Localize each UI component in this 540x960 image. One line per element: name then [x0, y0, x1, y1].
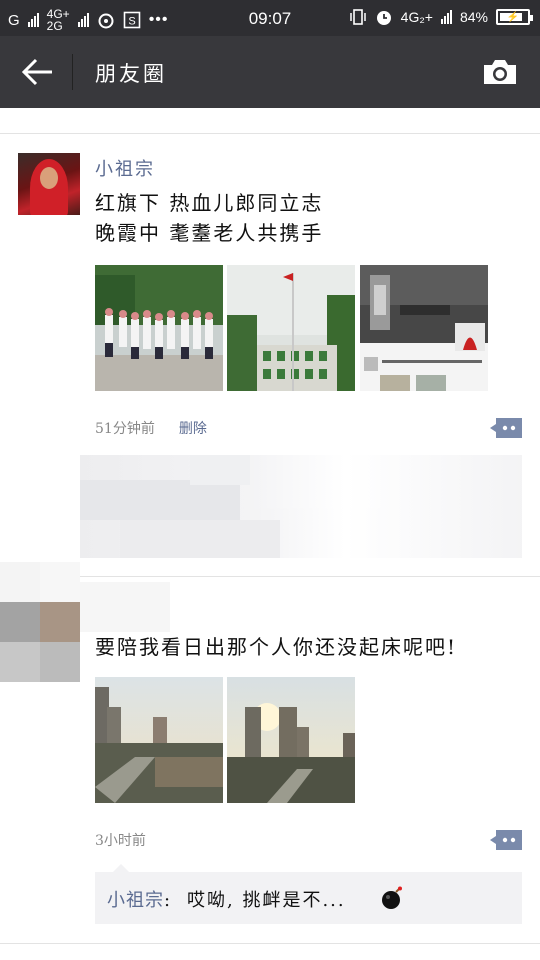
- comment-author[interactable]: 小祖宗:: [107, 886, 171, 912]
- nav-divider: [72, 54, 73, 90]
- blurred-region: [80, 455, 522, 558]
- status-bar: G 4G+ 2G S ••• 09:07 4G₂+ 84% ⚡: [0, 0, 540, 36]
- comment-text: 哎呦, 挑衅是不...: [187, 890, 346, 911]
- alarm-icon: [376, 11, 391, 25]
- net-right-label: 4G₂+: [400, 9, 433, 25]
- post-image-group-photo[interactable]: [95, 265, 223, 391]
- comment-action-icon[interactable]: [490, 416, 522, 440]
- blurred-avatar: [0, 562, 170, 682]
- comment-separator: :: [164, 890, 172, 911]
- divider: [0, 133, 540, 134]
- post-image-collage[interactable]: [360, 265, 488, 391]
- battery-percent: 84%: [459, 9, 488, 25]
- charging-battery-icon: ⚡: [496, 9, 533, 25]
- post-image-sunrise-2[interactable]: [227, 677, 355, 803]
- comment-box: 小祖宗: 哎呦, 挑衅是不...: [95, 864, 522, 924]
- post-time: 51分钟前: [95, 421, 155, 437]
- post-time: 3小时前: [95, 833, 146, 849]
- bomb-icon: [382, 886, 402, 909]
- delete-button[interactable]: 删除: [179, 421, 207, 437]
- avatar[interactable]: [18, 153, 80, 215]
- status-right: 4G₂+ 84% ⚡: [349, 8, 533, 26]
- signal-icon: [440, 10, 452, 24]
- page-title: 朋友圈: [95, 62, 167, 86]
- comment-author-name[interactable]: 小祖宗: [107, 890, 164, 911]
- post-image-sunrise-1[interactable]: [95, 677, 223, 803]
- charging-bolt-icon: ⚡: [506, 11, 520, 23]
- post-meta: 3小时前: [95, 830, 146, 850]
- back-arrow-icon[interactable]: [18, 56, 58, 88]
- comment-action-icon[interactable]: [490, 828, 522, 852]
- divider: [0, 943, 540, 944]
- post-text: 红旗下 热血儿郎同立志 晚霞中 耄耋老人共携手: [95, 191, 324, 245]
- post-text: 要陪我看日出那个人你还没起床呢吧!: [95, 635, 458, 659]
- post-image-flagpole-building[interactable]: [227, 265, 355, 391]
- avatar-face: [40, 167, 58, 189]
- post-author-name[interactable]: 小祖宗: [95, 155, 155, 181]
- post-meta: 51分钟前 删除: [95, 418, 207, 438]
- vibrate-icon: [349, 9, 366, 25]
- nav-bar: 朋友圈: [0, 36, 540, 108]
- camera-icon[interactable]: [482, 58, 518, 86]
